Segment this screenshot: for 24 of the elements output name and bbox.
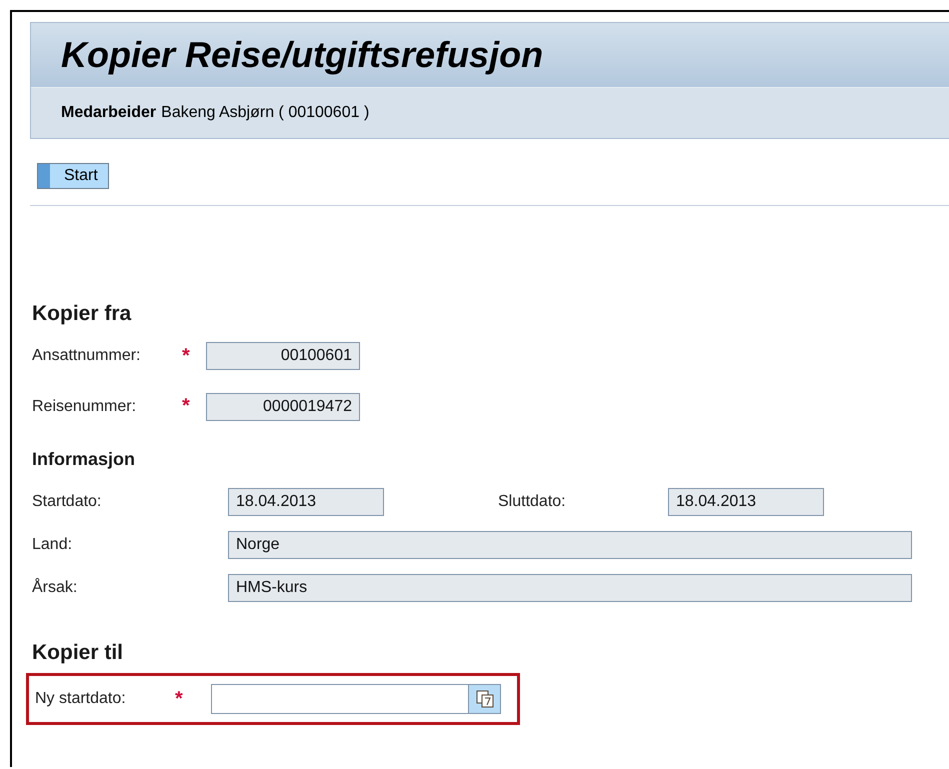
field-label: Ny startdato: [35, 690, 127, 708]
field-label: Årsak: [32, 578, 78, 596]
section-heading: Kopier fra [32, 302, 132, 326]
calendar-icon[interactable] [468, 685, 500, 713]
required-mark: * [182, 395, 191, 418]
employee-bar: Medarbeider Bakeng Asbjørn ( 00100601 ) [31, 88, 949, 138]
start-button[interactable]: Start [37, 163, 109, 189]
page-title: Kopier Reise/utgiftsrefusjon [31, 23, 949, 88]
field-label: Land: [32, 536, 74, 554]
date-input-field[interactable] [211, 684, 501, 714]
required-mark: * [175, 688, 184, 710]
field-label: Sluttdato: [498, 492, 567, 510]
readonly-field: 0000019472 [206, 392, 360, 420]
section-heading: Kopier til [32, 641, 124, 665]
readonly-field: 18.04.2013 [228, 488, 384, 516]
field-label: Startdato: [32, 492, 102, 510]
readonly-field: HMS-kurs [228, 574, 912, 602]
section-heading: Informasjon [32, 449, 136, 470]
field-label: Ansattnummer: [32, 347, 142, 365]
field-label: Reisenummer: [32, 398, 138, 416]
readonly-field: 00100601 [206, 342, 360, 370]
required-mark: * [182, 344, 191, 368]
readonly-field: Norge [228, 530, 912, 558]
readonly-field: 18.04.2013 [668, 488, 824, 516]
